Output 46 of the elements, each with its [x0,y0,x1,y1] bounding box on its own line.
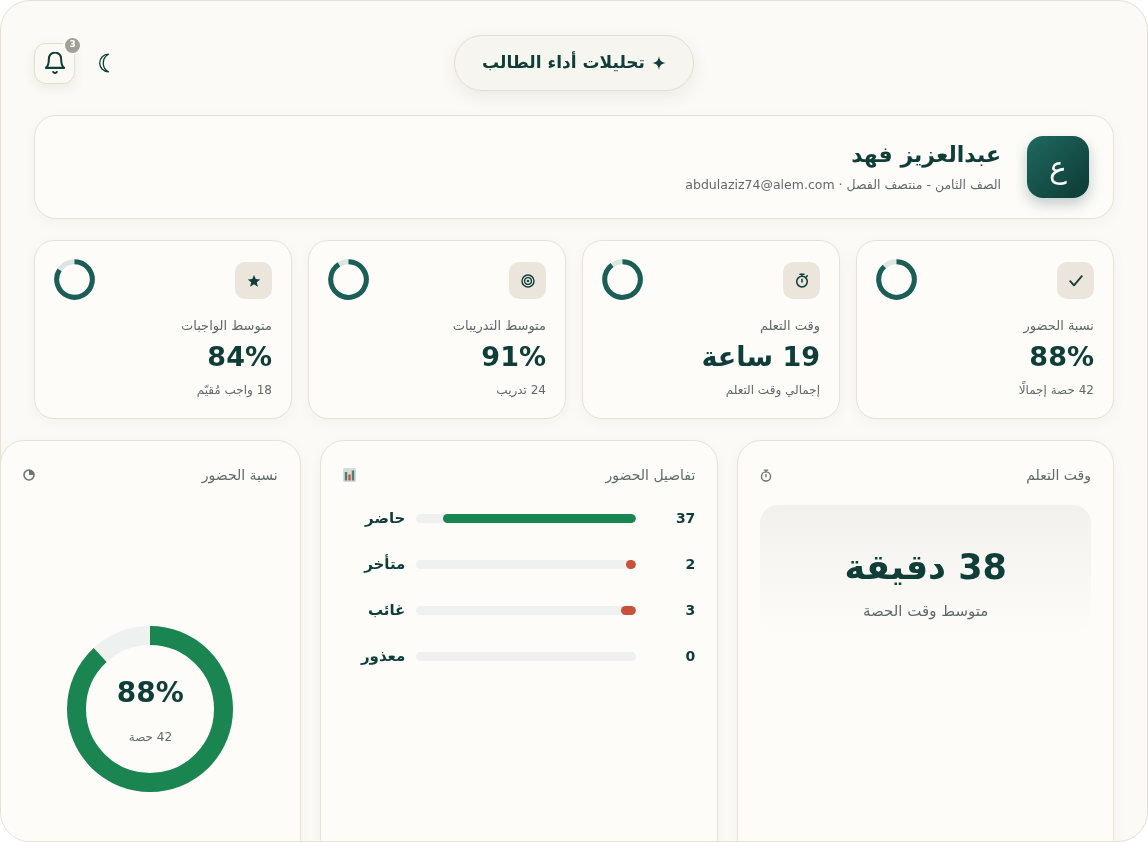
count: 0 [685,648,696,664]
stat-note: 18 واجب مُقيّم [196,382,272,399]
sparkle-icon [652,56,666,70]
stat-note: 24 تدريب [496,382,546,399]
donut-value: 88% [116,676,184,710]
status-label: معذور [360,647,406,665]
bar-chart-icon [342,468,356,482]
stopwatch-icon [760,468,773,482]
count: 2 [685,556,696,572]
status-label: غائب [367,601,406,619]
average-caption: متوسط وقت الحصة [863,601,989,622]
stat-value: 88% [1029,340,1094,374]
status-label: حاضر [365,509,406,527]
panel-title: تفاصيل الحضور [605,465,696,486]
student-subtitle: الصف الثامن - منتصف الفصل · abdulaziz74@alem.com [685,175,1001,195]
stat-label: متوسط الواجبات [180,317,272,336]
stopwatch-icon [783,262,820,299]
stat-note: إجمالي وقت التعلم [725,382,820,399]
panel-title: وقت التعلم [1026,465,1091,486]
page-title: تحليلات أداء الطالب [482,50,645,75]
count: 37 [675,510,696,526]
stat-label: متوسط التدريبات [452,317,546,336]
progress-ring [602,259,643,300]
avatar: ع [1027,136,1089,198]
donut-caption: 42 حصة [128,729,173,745]
status-label: متأخر [364,555,406,573]
progress-ring [328,259,369,300]
stat-value: 19 ساعة [701,340,820,374]
star-icon [235,262,272,299]
average-value: 38 دقيقة [844,546,1007,589]
moon-icon[interactable] [97,53,111,73]
count: 3 [685,602,696,618]
check-icon [1057,262,1094,299]
progress-ring [54,259,95,300]
pie-icon [23,469,35,481]
stat-value: 84% [207,340,272,374]
student-name: عبدالعزيز فهد [851,140,1001,170]
progress-ring [876,259,917,300]
stat-value: 91% [481,340,546,374]
notification-badge: 3 [63,35,82,55]
stat-label: نسبة الحضور [1023,317,1094,336]
stat-label: وقت التعلم [759,317,820,336]
panel-title: نسبة الحضور [201,465,278,486]
bell-icon [44,52,65,74]
target-icon [509,262,546,299]
stat-note: 42 حصة إجمالًا [1018,381,1094,399]
